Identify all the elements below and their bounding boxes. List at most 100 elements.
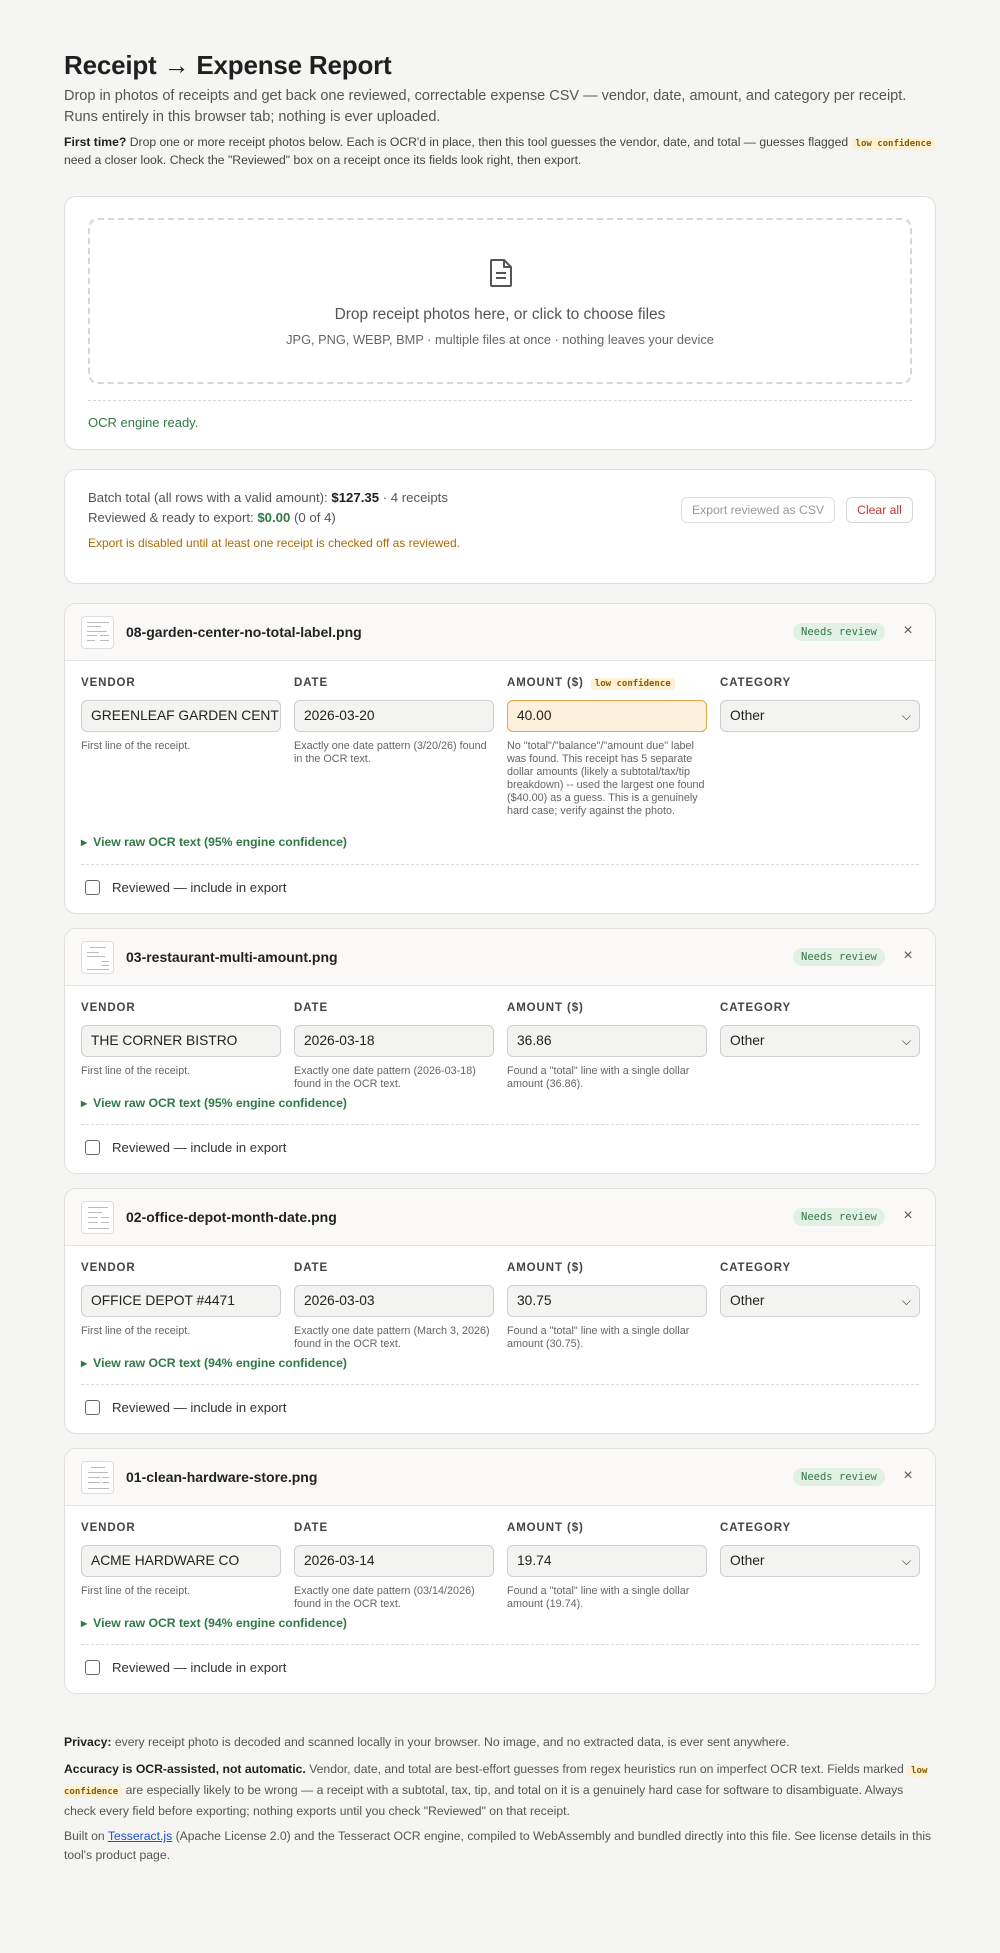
amount-input[interactable]: 40.00 [507,700,707,732]
reviewed-total-value: $0.00 [257,510,291,525]
needs-review-badge: Needs review [793,623,885,641]
amount-label: AMOUNT ($) low confidence [507,677,707,691]
reviewed-total-label: Reviewed & ready to export: [88,510,254,525]
category-select[interactable]: Other ⌵ [720,1025,920,1057]
receipt-thumbnail [81,941,114,974]
date-input[interactable]: 2026-03-14 [294,1545,494,1577]
reviewed-label: Reviewed — include in export [112,880,287,895]
category-label: CATEGORY [720,1262,792,1274]
vendor-label: VENDOR [81,677,136,689]
amount-input[interactable]: 19.74 [507,1545,707,1577]
reviewed-label: Reviewed — include in export [112,1400,287,1415]
remove-receipt-close-icon[interactable]: × [901,1207,915,1225]
accuracy-text-2: are especially likely to be wrong — a re… [64,1783,904,1818]
raw-ocr-toggle[interactable]: ▶ View raw OCR text (95% engine confidenc… [81,835,347,849]
date-input[interactable]: 2026-03-18 [294,1025,494,1057]
first-time-help: First time? Drop one or more receipt pho… [64,134,936,168]
raw-ocr-toggle[interactable]: ▶ View raw OCR text (95% engine confidenc… [81,1096,347,1110]
remove-receipt-close-icon[interactable]: × [901,1467,915,1485]
raw-ocr-toggle-label: View raw OCR text (94% engine confidence… [93,1616,347,1630]
amount-label: AMOUNT ($) [507,1522,584,1534]
category-value: Other [730,1033,765,1048]
privacy-text: every receipt photo is decoded and scann… [114,1735,790,1749]
vendor-label: VENDOR [81,1002,136,1014]
amount-field: AMOUNT ($) 36.86 Found a "total" line wi… [507,1002,707,1091]
vendor-input[interactable]: ACME HARDWARE CO [81,1545,281,1577]
checkbox-icon[interactable] [85,1140,100,1155]
vendor-input[interactable]: THE CORNER BISTRO [81,1025,281,1057]
dropzone[interactable]: Drop receipt photos here, or click to ch… [88,218,912,384]
date-hint: Exactly one date pattern (3/20/26) found… [294,740,487,765]
category-value: Other [730,1553,765,1568]
export-csv-button[interactable]: Export reviewed as CSV [681,497,836,523]
first-time-text: Drop one or more receipt photos below. E… [129,135,849,149]
remove-receipt-close-icon[interactable]: × [901,622,915,640]
batch-total-value: $127.35 [331,490,380,505]
vendor-field: VENDOR ACME HARDWARE CO First line of th… [81,1522,281,1598]
needs-review-badge: Needs review [793,948,885,966]
date-hint: Exactly one date pattern (03/14/2026) fo… [294,1585,475,1610]
raw-ocr-toggle[interactable]: ▶ View raw OCR text (94% engine confidenc… [81,1616,347,1630]
amount-hint: Found a "total" line with a single dolla… [507,1065,690,1090]
amount-input[interactable]: 36.86 [507,1025,707,1057]
needs-review-badge: Needs review [793,1468,885,1486]
reviewed-checkbox[interactable]: Reviewed — include in export [85,1660,286,1675]
date-label: DATE [294,1522,329,1534]
vendor-input[interactable]: OFFICE DEPOT #4471 [81,1285,281,1317]
category-value: Other [730,708,765,723]
accuracy-note: Accuracy is OCR-assisted, not automatic.… [64,1760,936,1821]
dropzone-title: Drop receipt photos here, or click to ch… [334,306,666,323]
vendor-input[interactable]: GREENLEAF GARDEN CENTER [81,700,281,732]
triangle-right-icon: ▶ [81,1359,88,1368]
category-label: CATEGORY [720,1522,792,1534]
receipt-filename: 08-garden-center-no-total-label.png [126,624,362,640]
date-input[interactable]: 2026-03-03 [294,1285,494,1317]
tesseract-link[interactable]: Tesseract.js [108,1829,172,1843]
chevron-down-icon: ⌵ [901,1554,911,1568]
category-select[interactable]: Other ⌵ [720,1545,920,1577]
receipt-filename: 01-clean-hardware-store.png [126,1469,318,1485]
receipt-card-header: 01-clean-hardware-store.png Needs review… [65,1449,935,1506]
receipt-thumbnail [81,616,114,649]
chevron-down-icon: ⌵ [901,1034,911,1048]
batch-summary-card: Batch total (all rows with a valid amoun… [64,469,936,584]
reviewed-total: Reviewed & ready to export: $0.00 (0 of … [88,510,336,525]
page-subtitle: Drop in photos of receipts and get back … [64,88,907,125]
amount-field: AMOUNT ($) low confidence 40.00 No "tota… [507,677,707,818]
first-time-label: First time? [64,135,127,149]
receipt-filename: 03-restaurant-multi-amount.png [126,949,338,965]
date-input[interactable]: 2026-03-20 [294,700,494,732]
accuracy-label: Accuracy is OCR-assisted, not automatic. [64,1762,306,1776]
category-select[interactable]: Other ⌵ [720,1285,920,1317]
clear-all-button[interactable]: Clear all [846,497,913,523]
vendor-label: VENDOR [81,1522,136,1534]
divider [81,1124,919,1125]
date-label: DATE [294,677,329,689]
receipt-card: 03-restaurant-multi-amount.png Needs rev… [64,928,936,1174]
reviewed-label: Reviewed — include in export [112,1140,287,1155]
amount-label: AMOUNT ($) [507,1002,584,1014]
ocr-status: OCR engine ready. [88,415,199,430]
reviewed-checkbox[interactable]: Reviewed — include in export [85,1140,286,1155]
vendor-hint: First line of the receipt. [81,1065,191,1077]
checkbox-icon[interactable] [85,1660,100,1675]
amount-hint: Found a "total" line with a single dolla… [507,1585,690,1610]
receipt-card: 02-office-depot-month-date.png Needs rev… [64,1188,936,1434]
divider [81,864,919,865]
amount-input[interactable]: 30.75 [507,1285,707,1317]
batch-total: Batch total (all rows with a valid amoun… [88,490,448,505]
batch-total-label: Batch total (all rows with a valid amoun… [88,490,328,505]
low-confidence-badge: low confidence [851,138,936,150]
page-title: Receipt → Expense Report [64,50,392,80]
checkbox-icon[interactable] [85,1400,100,1415]
raw-ocr-toggle[interactable]: ▶ View raw OCR text (94% engine confidenc… [81,1356,347,1370]
remove-receipt-close-icon[interactable]: × [901,947,915,965]
category-select[interactable]: Other ⌵ [720,700,920,732]
built-on-text: Built on [64,1829,105,1843]
checkbox-icon[interactable] [85,880,100,895]
reviewed-checkbox[interactable]: Reviewed — include in export [85,880,286,895]
reviewed-total-count: (0 of 4) [294,510,336,525]
amount-label-text: AMOUNT ($) [507,677,584,689]
vendor-label: VENDOR [81,1262,136,1274]
reviewed-checkbox[interactable]: Reviewed — include in export [85,1400,286,1415]
